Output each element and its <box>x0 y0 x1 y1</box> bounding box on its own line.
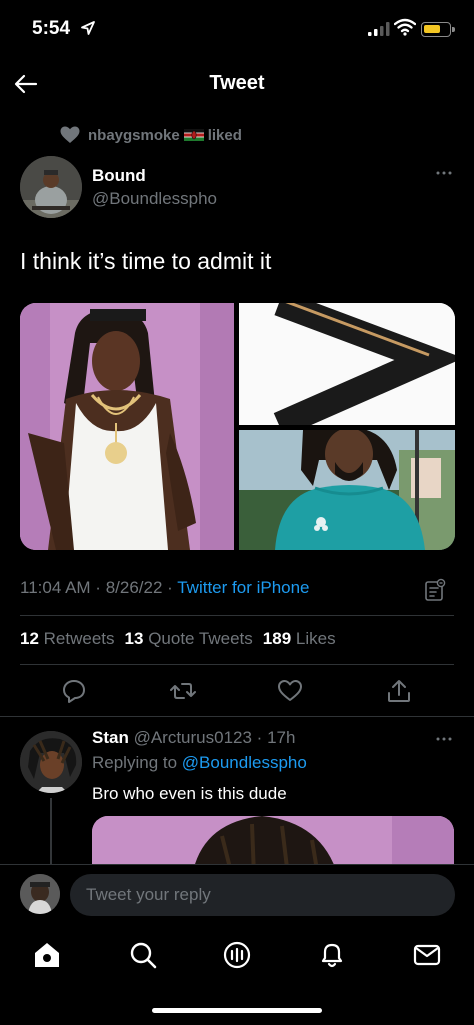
notifications-icon[interactable] <box>317 940 347 970</box>
reply-time: 17h <box>267 728 296 747</box>
tweet-source-link[interactable]: Twitter for iPhone <box>177 578 309 597</box>
replying-to-handle[interactable]: @Boundlesspho <box>182 753 307 772</box>
location-arrow-icon <box>81 21 95 35</box>
spaces-icon[interactable] <box>222 940 252 970</box>
social-user: nbaygsmoke <box>88 126 180 144</box>
page-title: Tweet <box>209 72 265 94</box>
heart-icon <box>60 126 80 143</box>
search-icon[interactable] <box>128 940 158 970</box>
tweet-actions <box>0 678 474 704</box>
view-analytics-icon[interactable] <box>424 578 446 602</box>
reply-avatar[interactable] <box>20 731 82 793</box>
quote-tweets-count-link[interactable]: 13 Quote Tweets <box>125 629 253 649</box>
replying-to: Replying to @Boundlesspho <box>92 753 307 772</box>
tweet-text: I think it’s time to admit it <box>20 248 272 274</box>
social-action: liked <box>207 126 242 144</box>
author-avatar[interactable] <box>20 156 82 218</box>
media-photo-1[interactable] <box>20 303 234 550</box>
reply-input[interactable] <box>70 874 455 916</box>
thread-line <box>50 798 52 864</box>
retweets-count-link[interactable]: 12 Retweets <box>20 629 115 649</box>
retweet-icon[interactable] <box>170 678 196 704</box>
tweet-date: 8/26/22 <box>105 578 163 597</box>
tweet-media-grid <box>20 303 455 550</box>
more-options-icon[interactable] <box>434 734 454 744</box>
compose-reply-bar <box>0 864 474 928</box>
media-photo-3[interactable] <box>239 430 455 550</box>
more-options-icon[interactable] <box>434 168 454 178</box>
reply-header: Stan @Arcturus0123 · 17h <box>92 728 296 747</box>
divider <box>0 716 474 717</box>
author-name[interactable]: Bound <box>92 166 146 186</box>
status-bar: 5:54 <box>0 0 474 56</box>
author-handle[interactable]: @Boundlesspho <box>92 189 217 209</box>
likes-count-link[interactable]: 189 Likes <box>263 629 336 649</box>
reply-author-handle[interactable]: @Arcturus0123 <box>134 728 252 747</box>
kenya-flag-icon <box>183 128 204 141</box>
wifi-icon <box>394 18 416 36</box>
share-icon[interactable] <box>386 678 412 704</box>
tweet-stats: 12 Retweets 13 Quote Tweets 189 Likes <box>20 629 336 649</box>
user-avatar[interactable] <box>20 874 60 914</box>
social-context[interactable]: nbaygsmoke liked <box>60 124 242 146</box>
status-time: 5:54 <box>32 18 71 39</box>
like-heart-icon[interactable] <box>277 678 303 704</box>
reply-text: Bro who even is this dude <box>92 784 287 803</box>
tweet-time: 11:04 AM <box>20 578 91 597</box>
signal-icon <box>368 22 390 36</box>
media-photo-2[interactable] <box>239 303 455 425</box>
divider <box>20 664 454 665</box>
home-icon[interactable] <box>32 940 62 970</box>
home-indicator <box>152 1008 322 1013</box>
reply-author-name[interactable]: Stan <box>92 728 129 747</box>
author-avatar-image <box>20 156 82 218</box>
messages-icon[interactable] <box>412 940 442 970</box>
reply-icon[interactable] <box>61 678 87 704</box>
battery-icon <box>421 22 455 37</box>
divider <box>20 615 454 616</box>
nav-bar: Tweet <box>0 62 474 108</box>
bottom-tab-bar <box>0 928 474 1025</box>
tweet-timestamp: 11:04 AM · 8/26/22 · Twitter for iPhone <box>20 578 310 597</box>
